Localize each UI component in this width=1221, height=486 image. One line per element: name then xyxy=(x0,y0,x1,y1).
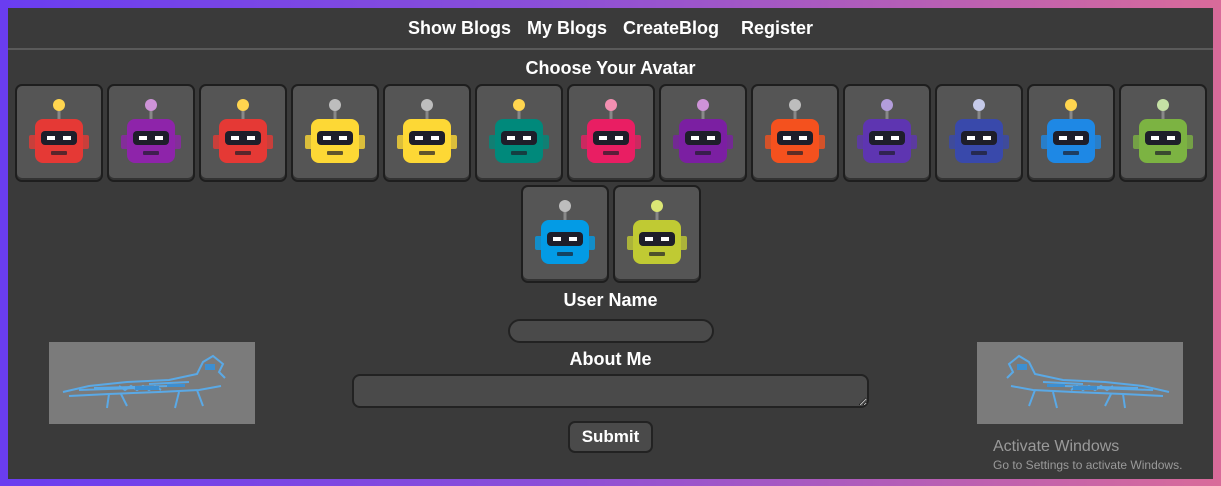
watermark-line2: Go to Settings to activate Windows. xyxy=(993,458,1183,472)
robot-purple-grin-icon xyxy=(672,99,733,163)
robot-green-visor-icon xyxy=(1132,99,1193,163)
nav-my-blogs[interactable]: My Blogs xyxy=(527,18,607,39)
dachshund-icon xyxy=(1006,354,1170,409)
robot-pink-icon xyxy=(580,99,641,163)
username-wrap xyxy=(8,319,1213,343)
robot-red-hearts-icon xyxy=(28,99,89,163)
about-textarea[interactable] xyxy=(352,374,869,408)
robot-yellow-goggles-icon xyxy=(304,99,365,163)
robot-orange-monocle-icon xyxy=(764,99,825,163)
page-frame: Show Blogs My Blogs CreateBlog Register … xyxy=(8,8,1213,479)
username-input[interactable] xyxy=(507,319,714,343)
submit-button[interactable]: Submit xyxy=(567,421,654,453)
top-nav: Show Blogs My Blogs CreateBlog Register xyxy=(8,8,1213,50)
robot-yellow-x-eyes-icon xyxy=(396,99,457,163)
nav-show-blogs[interactable]: Show Blogs xyxy=(408,18,511,39)
avatar-option-6[interactable] xyxy=(474,84,563,182)
avatar-grid xyxy=(8,84,1213,286)
avatar-option-4[interactable] xyxy=(290,84,379,182)
avatar-option-9[interactable] xyxy=(750,84,839,182)
dachshund-icon xyxy=(62,354,226,409)
avatar-option-12[interactable] xyxy=(1026,84,1115,182)
robot-violet-shades-icon xyxy=(856,99,917,163)
avatar-option-13[interactable] xyxy=(1118,84,1207,182)
username-label: User Name xyxy=(563,290,658,310)
avatar-option-8[interactable] xyxy=(658,84,747,182)
avatar-section-title: Choose Your Avatar xyxy=(525,58,696,78)
robot-sky-visor-icon xyxy=(534,200,595,264)
avatar-option-3[interactable] xyxy=(198,84,287,182)
avatar-option-5[interactable] xyxy=(382,84,471,182)
avatar-option-7[interactable] xyxy=(566,84,655,182)
avatar-option-11[interactable] xyxy=(934,84,1023,182)
robot-red-visor-icon xyxy=(212,99,273,163)
avatar-option-14[interactable] xyxy=(520,185,609,283)
avatar-option-15[interactable] xyxy=(612,185,701,283)
nav-register[interactable]: Register xyxy=(741,18,813,39)
dachshund-image-left xyxy=(49,342,255,424)
watermark-line1: Activate Windows xyxy=(993,438,1120,455)
nav-create-blog[interactable]: CreateBlog xyxy=(623,18,719,39)
robot-purple-visor-icon xyxy=(120,99,181,163)
activate-windows-watermark: Activate Windows Go to Settings to activ… xyxy=(993,438,1182,472)
robot-indigo-shades-icon xyxy=(948,99,1009,163)
robot-blue-goggles-icon xyxy=(1040,99,1101,163)
avatar-option-2[interactable] xyxy=(106,84,195,182)
robot-teal-icon xyxy=(488,99,549,163)
dachshund-image-right xyxy=(977,342,1183,424)
avatar-option-1[interactable] xyxy=(14,84,103,182)
robot-lime-eyes-icon xyxy=(626,200,687,264)
avatar-option-10[interactable] xyxy=(842,84,931,182)
